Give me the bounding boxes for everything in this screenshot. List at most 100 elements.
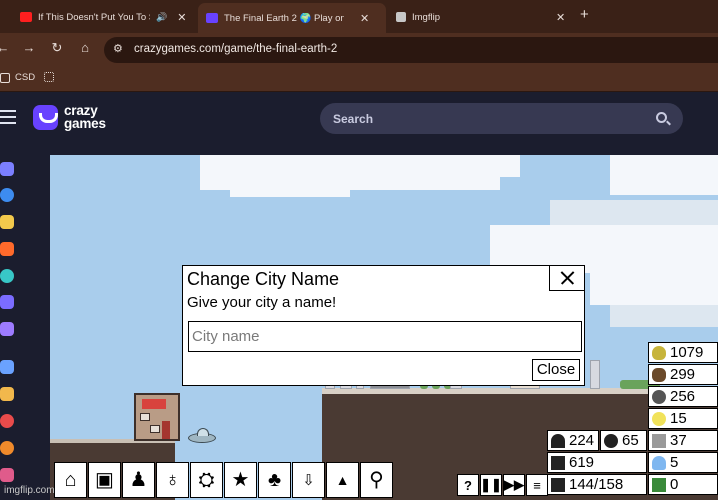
adventure-compass-icon[interactable] <box>0 414 14 428</box>
resource-wood[interactable]: 299 <box>648 364 718 385</box>
site-info-icon[interactable]: ⚙ <box>113 42 123 55</box>
close-icon[interactable]: ✕ <box>177 11 186 24</box>
new-tab-icon[interactable]: + <box>580 6 589 23</box>
new-sparkle-icon[interactable] <box>0 215 14 229</box>
resource-water[interactable]: 5 <box>648 452 718 473</box>
tab-imgflip[interactable]: Imgflip ✕ <box>388 5 576 29</box>
menu-icon: ≡ <box>533 477 541 493</box>
dialog-subtitle: Give your city a name! <box>187 294 337 311</box>
cloud <box>450 155 520 177</box>
house-window <box>140 413 150 421</box>
build-tree-button[interactable]: ♣ <box>258 462 291 498</box>
reload-icon[interactable]: ↻ <box>48 40 66 56</box>
cloud <box>610 305 718 327</box>
resource-machine-parts[interactable]: 37 <box>648 430 718 451</box>
bookmark-icon <box>0 72 10 83</box>
pause-icon: ❚❚ <box>480 477 502 492</box>
housing-counter[interactable]: 619 <box>547 452 647 473</box>
resource-food[interactable]: 1079 <box>648 342 718 363</box>
build-house-button[interactable]: ⌂ <box>54 462 87 498</box>
speaker-icon[interactable]: 🔊 <box>156 12 167 23</box>
elevator-icon: ⇩ <box>302 471 315 489</box>
tab-title: If This Doesn't Put You To S <box>38 11 150 23</box>
crazygames-logo-icon[interactable] <box>33 105 58 130</box>
tab-final-earth[interactable]: The Final Earth 2 🌍 Play on C ✕ <box>198 3 386 33</box>
magnifier-icon: ⚲ <box>369 469 384 491</box>
resource-mutations[interactable]: 0 <box>648 474 718 495</box>
home-icon[interactable] <box>0 162 14 176</box>
house[interactable] <box>134 393 180 441</box>
jobs-counter[interactable]: 144/158 <box>547 474 647 495</box>
action-sword-icon[interactable] <box>0 387 14 401</box>
build-toolbar: ⌂ ▣ ♟ ♁ ⛭ ★ ♣ ⇩ ▲ ⚲ <box>54 462 394 498</box>
cloud <box>550 200 718 225</box>
population-value: 224 <box>569 432 595 449</box>
build-ufo-button[interactable]: ⛭ <box>190 462 223 498</box>
build-decor-button[interactable]: ♁ <box>156 462 189 498</box>
dialog-title: Change City Name <box>187 269 340 289</box>
city-name-input[interactable] <box>188 321 582 352</box>
site-logo-text[interactable]: crazy games <box>64 104 106 131</box>
site-search[interactable] <box>320 103 683 134</box>
close-button[interactable]: Close <box>532 359 580 381</box>
bookmark-apps[interactable] <box>44 72 59 82</box>
close-icon[interactable]: ✕ <box>360 12 369 25</box>
star-icon: ★ <box>231 469 250 491</box>
knowledge-value: 15 <box>670 410 687 427</box>
stone-icon <box>652 389 666 404</box>
up-triangle-icon: ▲ <box>335 472 350 488</box>
hamburger-menu-icon[interactable] <box>0 110 16 128</box>
build-work-button[interactable]: ▣ <box>88 462 121 498</box>
resource-knowledge[interactable]: 15 <box>648 408 718 429</box>
building[interactable] <box>590 360 600 389</box>
build-people-button[interactable]: ♟ <box>122 462 155 498</box>
home-icon[interactable]: ⌂ <box>76 40 94 55</box>
back-arrow-icon[interactable]: ← <box>0 40 12 55</box>
address-bar[interactable]: ⚙ crazygames.com/game/the-final-earth-2 <box>104 37 718 63</box>
machine-parts-value: 37 <box>670 432 687 449</box>
mutation-icon <box>652 477 666 492</box>
close-icon[interactable]: ✕ <box>556 11 565 24</box>
water-value: 5 <box>670 454 679 471</box>
bookmark-csd[interactable]: CSD <box>0 72 35 83</box>
happiness-value: 65 <box>622 432 639 449</box>
machine-parts-icon <box>652 433 666 448</box>
menu-button[interactable]: ≡ <box>526 474 548 496</box>
wood-value: 299 <box>670 366 696 383</box>
updated-icon[interactable] <box>0 269 14 283</box>
close-icon[interactable] <box>549 266 584 291</box>
build-elevator-button[interactable]: ⇩ <box>292 462 325 498</box>
multiplayer-icon[interactable] <box>0 322 14 336</box>
originals-icon[interactable] <box>0 295 14 309</box>
two-player-icon[interactable] <box>0 360 14 374</box>
happiness-counter[interactable]: 65 <box>600 430 647 451</box>
population-counter[interactable]: 224 <box>547 430 599 451</box>
stone-value: 256 <box>670 388 696 405</box>
basketball-icon[interactable] <box>0 441 14 455</box>
build-star-button[interactable]: ★ <box>224 462 257 498</box>
game-controls: ? ❚❚ ▶▶ ≡ <box>457 474 549 496</box>
ufo-icon: ⛭ <box>198 469 215 491</box>
house-roof <box>142 399 166 409</box>
balloons-icon: ♁ <box>165 469 180 491</box>
inspect-button[interactable]: ⚲ <box>360 462 393 498</box>
build-up-button[interactable]: ▲ <box>326 462 359 498</box>
help-button[interactable]: ? <box>457 474 479 496</box>
ufo[interactable] <box>188 428 216 443</box>
person-icon <box>551 433 565 448</box>
tab-youtube[interactable]: If This Doesn't Put You To S 🔊 ✕ <box>12 5 194 29</box>
food-value: 1079 <box>670 344 704 361</box>
recent-clock-icon[interactable] <box>0 188 14 202</box>
tab-title: Imgflip <box>412 11 440 23</box>
resource-stone[interactable]: 256 <box>648 386 718 407</box>
game-canvas[interactable]: Change City Name Give your city a name! … <box>50 155 718 500</box>
trending-fire-icon[interactable] <box>0 242 14 256</box>
pause-button[interactable]: ❚❚ <box>480 474 502 496</box>
forward-arrow-icon[interactable]: → <box>20 40 38 55</box>
browser-tab-bar: If This Doesn't Put You To S 🔊 ✕ The Fin… <box>0 0 718 33</box>
search-input[interactable] <box>333 110 633 128</box>
search-icon[interactable] <box>656 112 667 123</box>
beauty-icon[interactable] <box>0 468 14 482</box>
fast-forward-button[interactable]: ▶▶ <box>503 474 525 496</box>
youtube-icon <box>20 12 32 22</box>
